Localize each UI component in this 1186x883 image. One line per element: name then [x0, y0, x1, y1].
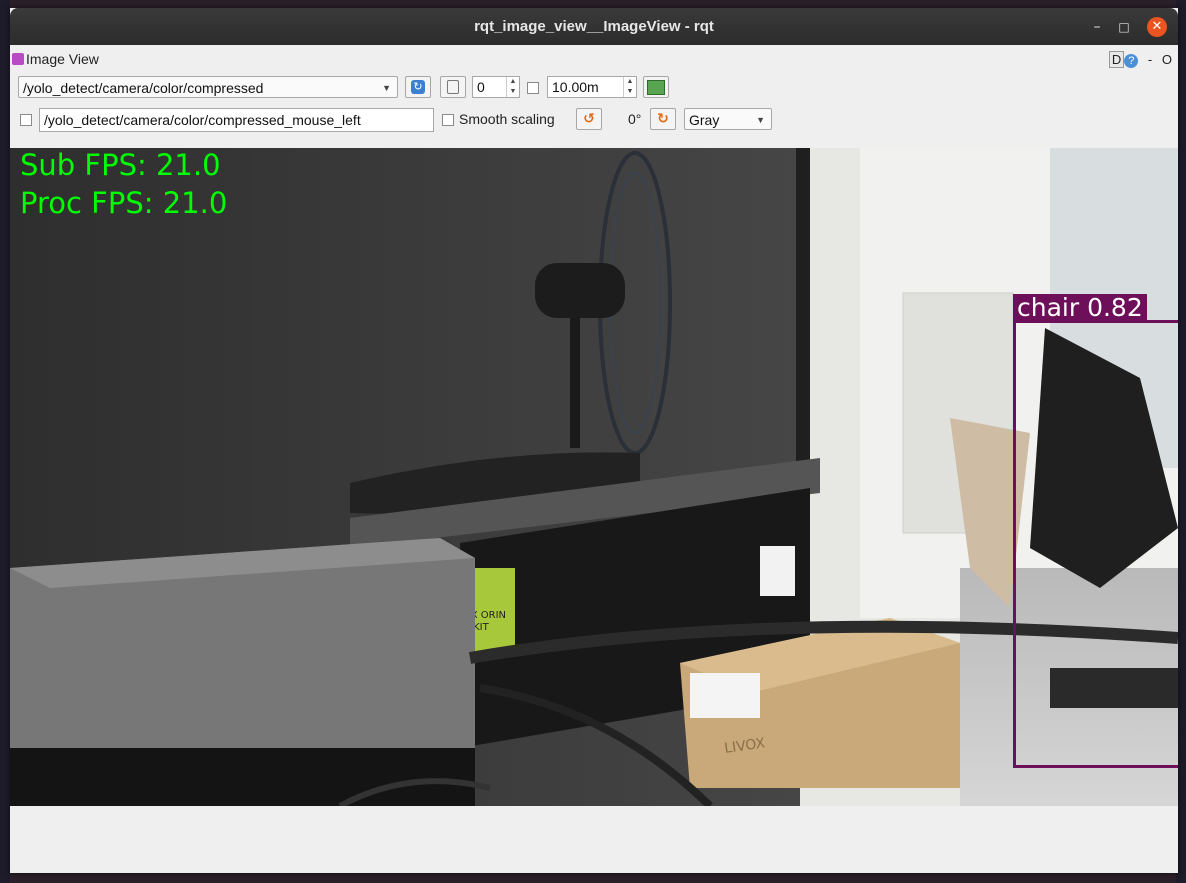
timeout-value: 10.00m	[552, 79, 599, 95]
spin-arrows-icon[interactable]: ▲ ▼	[506, 77, 519, 97]
image-view-empty-area	[10, 806, 1178, 873]
chevron-down-icon: ▼	[382, 83, 391, 93]
rotate-left-icon: ↺	[583, 111, 595, 127]
plugin-title-bar: Image View D? - O	[10, 45, 1178, 73]
spin-arrows-icon[interactable]: ▲ ▼	[623, 77, 636, 97]
rotate-right-button[interactable]: ↻	[650, 108, 676, 130]
toolbar-row-2: /yolo_detect/camera/color/compressed_mou…	[10, 106, 1178, 136]
title-bar[interactable]: rqt_image_view__ImageView - rqt – □ ✕	[10, 8, 1178, 45]
save-image-button[interactable]	[643, 76, 669, 98]
smooth-scaling-label: Smooth scaling	[459, 111, 555, 127]
desktop-left-edge	[0, 0, 10, 883]
rotation-value: 0°	[628, 111, 642, 127]
sub-fps-overlay: Sub FPS: 21.0	[20, 148, 221, 182]
smooth-scaling-checkbox[interactable]	[442, 114, 454, 126]
image-view-icon	[12, 53, 24, 65]
frame-index-spinbox[interactable]: 0 ▲ ▼	[472, 76, 520, 98]
dock-d-button[interactable]: D	[1108, 51, 1125, 68]
plugin-title-buttons: D? - O	[1103, 51, 1172, 68]
timeout-checkbox[interactable]	[527, 82, 539, 94]
image-display[interactable]: GX ORIN R KIT LIVOX Sub FPS: 21.0 Proc F…	[10, 148, 1178, 806]
topic-select[interactable]: /yolo_detect/camera/color/compressed ▼	[18, 76, 398, 98]
color-scheme-select[interactable]: Gray ▼	[684, 108, 772, 130]
rqt-window: rqt_image_view__ImageView - rqt – □ ✕ Im…	[10, 8, 1178, 873]
refresh-icon: ↻	[411, 80, 425, 94]
minimize-button[interactable]: –	[1087, 17, 1107, 37]
mouse-topic-field[interactable]: /yolo_detect/camera/color/compressed_mou…	[39, 108, 434, 132]
toolbar-row-1: /yolo_detect/camera/color/compressed ▼ ↻…	[10, 74, 1178, 104]
rotate-right-icon: ↻	[657, 111, 669, 127]
chevron-down-icon: ▼	[756, 115, 765, 125]
rotate-left-button[interactable]: ↺	[576, 108, 602, 130]
pause-button[interactable]	[440, 76, 466, 98]
save-image-icon	[647, 79, 665, 95]
pause-icon	[447, 80, 459, 94]
window-title: rqt_image_view__ImageView - rqt	[474, 18, 714, 35]
detection-bounding-box	[1013, 320, 1178, 768]
maximize-button[interactable]: □	[1114, 17, 1134, 37]
mouse-publish-checkbox[interactable]	[20, 114, 32, 126]
frame-index-value: 0	[477, 79, 485, 95]
timeout-spinbox[interactable]: 10.00m ▲ ▼	[547, 76, 637, 98]
plugin-title: Image View	[26, 51, 99, 67]
proc-fps-overlay: Proc FPS: 21.0	[20, 186, 228, 220]
close-plugin-button[interactable]: O	[1162, 52, 1172, 67]
color-scheme-value: Gray	[689, 112, 720, 128]
topic-select-value: /yolo_detect/camera/color/compressed	[23, 80, 264, 96]
help-icon[interactable]: ?	[1124, 54, 1139, 68]
close-button[interactable]: ✕	[1147, 17, 1167, 37]
camera-frame: GX ORIN R KIT LIVOX	[10, 148, 1178, 806]
refresh-topics-button[interactable]: ↻	[405, 76, 431, 98]
detection-label: chair 0.82	[1013, 294, 1147, 322]
minus-button[interactable]: -	[1148, 52, 1152, 67]
